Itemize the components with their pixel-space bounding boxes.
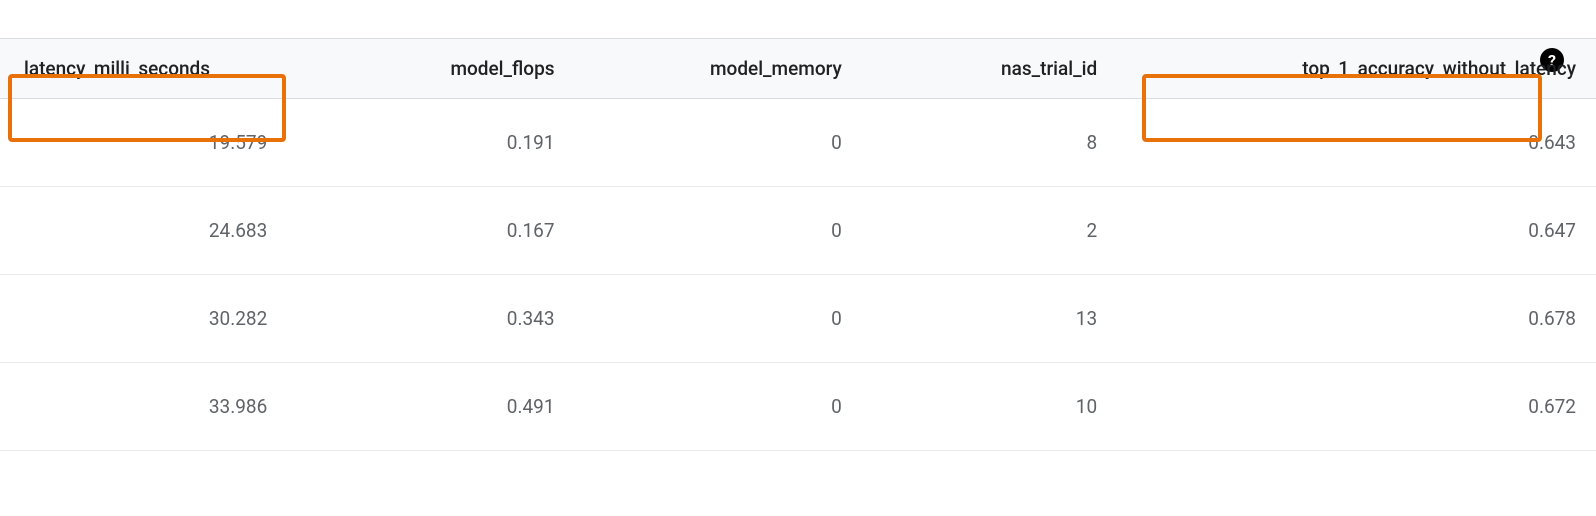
cell-trial-id: 2 (862, 187, 1117, 275)
cell-memory: 0 (575, 187, 862, 275)
cell-flops: 0.491 (287, 363, 574, 451)
cell-latency: 33.986 (0, 363, 287, 451)
column-header-flops[interactable]: model_flops (287, 39, 574, 99)
column-header-accuracy[interactable]: top_1_accuracy_without_latency (1117, 39, 1596, 99)
cell-trial-id: 8 (862, 99, 1117, 187)
cell-accuracy: 0.672 (1117, 363, 1596, 451)
cell-flops: 0.191 (287, 99, 574, 187)
cell-memory: 0 (575, 363, 862, 451)
cell-latency: 19.579 (0, 99, 287, 187)
cell-flops: 0.343 (287, 275, 574, 363)
cell-accuracy: 0.643 (1117, 99, 1596, 187)
table-row[interactable]: 19.579 0.191 0 8 0.643 (0, 99, 1596, 187)
table-row[interactable]: 24.683 0.167 0 2 0.647 (0, 187, 1596, 275)
table-row[interactable]: 30.282 0.343 0 13 0.678 (0, 275, 1596, 363)
column-header-memory[interactable]: model_memory (575, 39, 862, 99)
cell-latency: 30.282 (0, 275, 287, 363)
cell-memory: 0 (575, 275, 862, 363)
table-row[interactable]: 33.986 0.491 0 10 0.672 (0, 363, 1596, 451)
metrics-table: latency_milli_seconds model_flops model_… (0, 38, 1596, 451)
cell-memory: 0 (575, 99, 862, 187)
cell-flops: 0.167 (287, 187, 574, 275)
cell-accuracy: 0.647 (1117, 187, 1596, 275)
column-header-latency[interactable]: latency_milli_seconds (0, 39, 287, 99)
cell-accuracy: 0.678 (1117, 275, 1596, 363)
cell-trial-id: 13 (862, 275, 1117, 363)
column-header-trial-id[interactable]: nas_trial_id (862, 39, 1117, 99)
table-header-row: latency_milli_seconds model_flops model_… (0, 39, 1596, 99)
cell-trial-id: 10 (862, 363, 1117, 451)
cell-latency: 24.683 (0, 187, 287, 275)
